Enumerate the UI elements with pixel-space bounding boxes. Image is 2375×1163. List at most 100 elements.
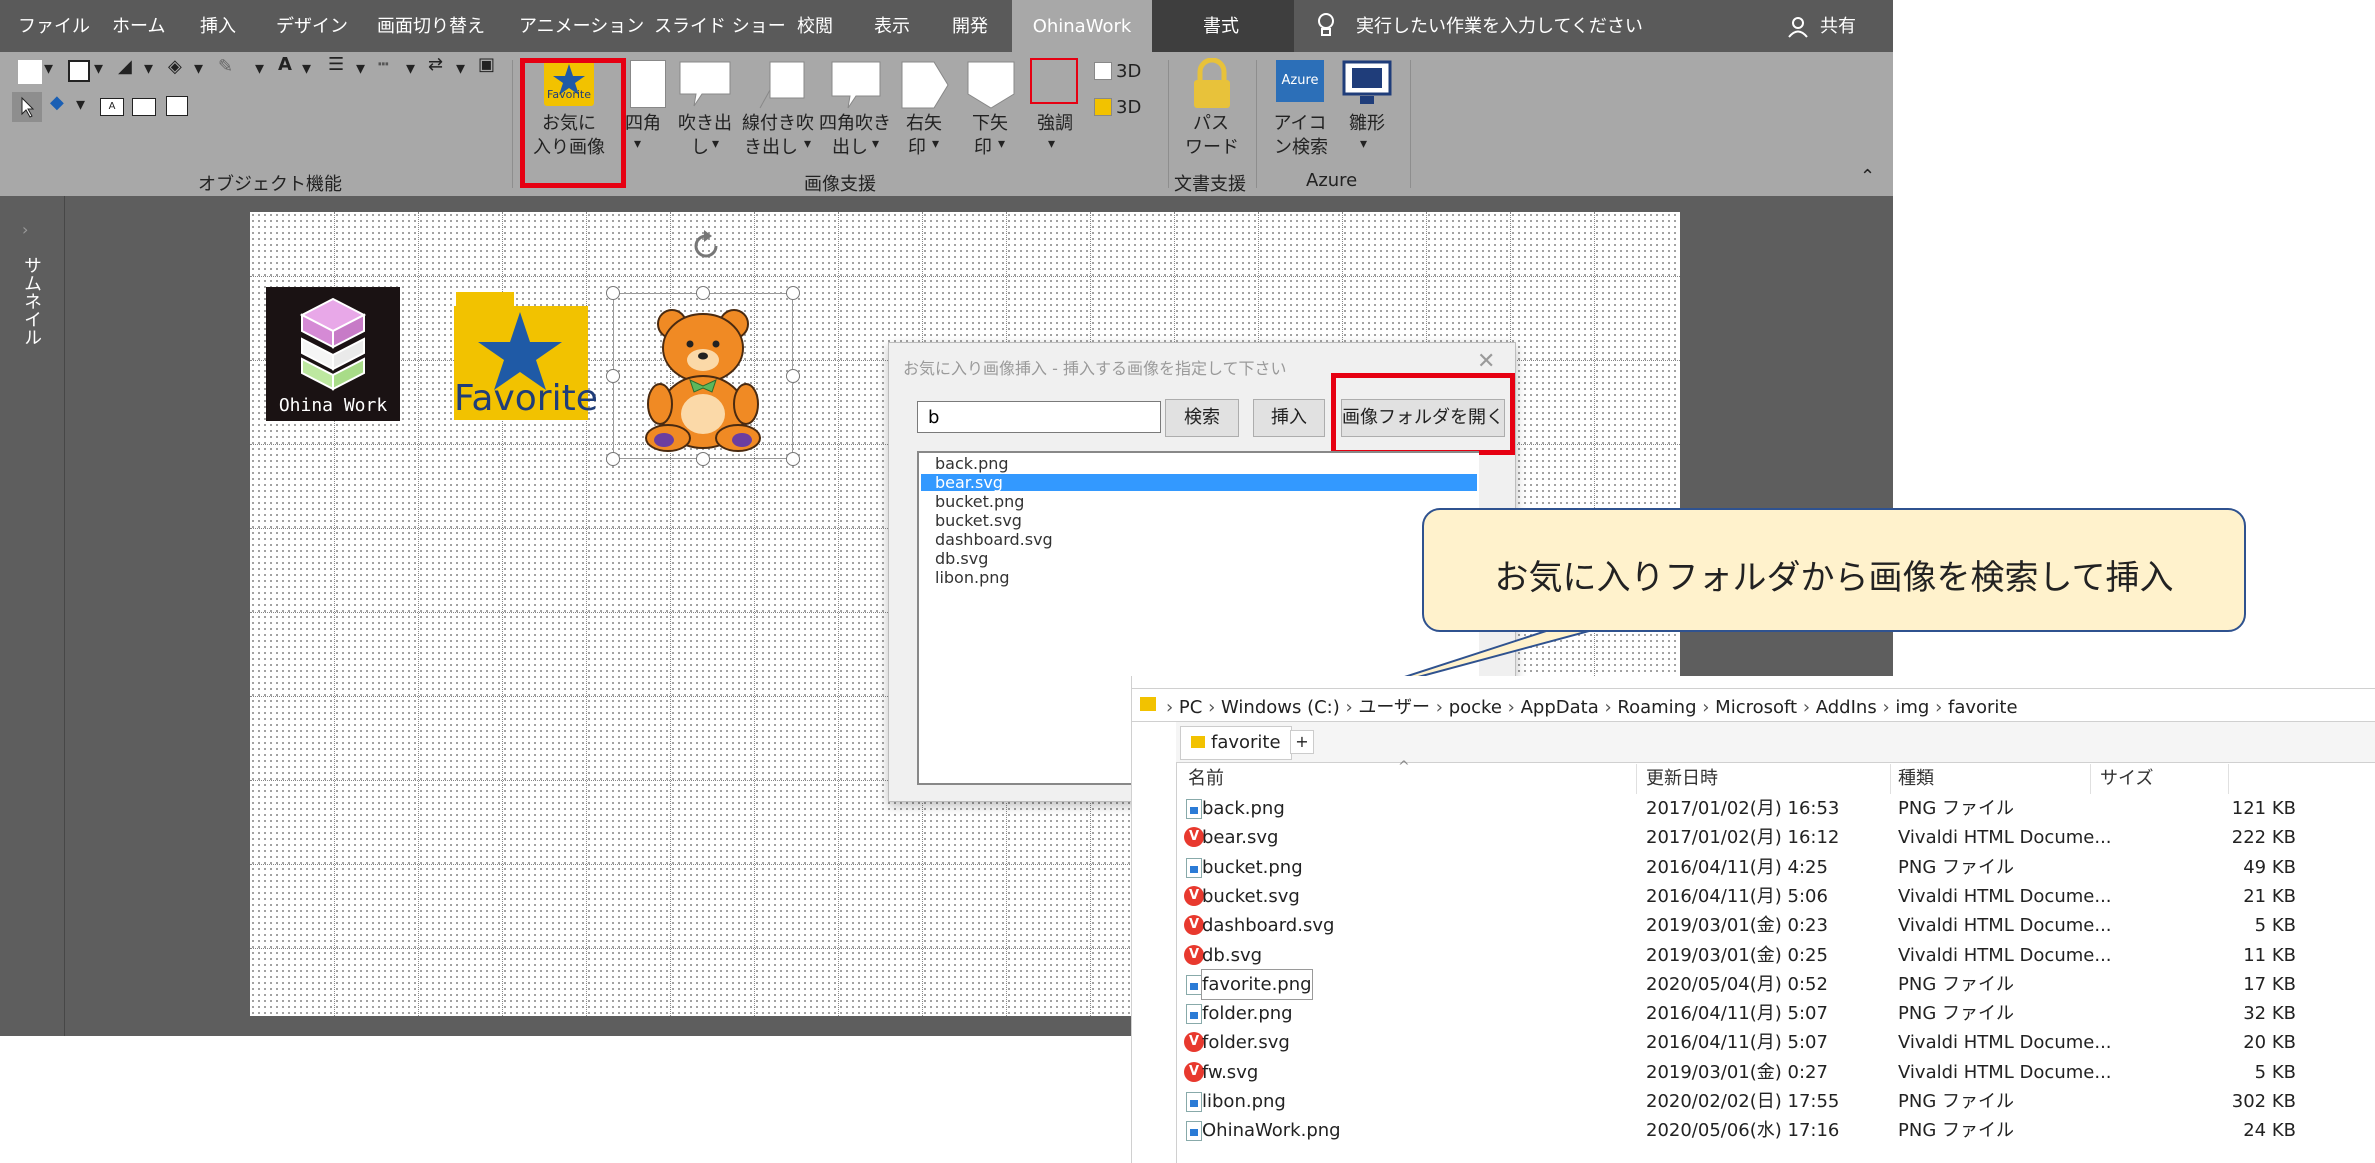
address-bar[interactable]: › PC › Windows (C:) › ユーザー › pocke › App… xyxy=(1132,688,2375,722)
tab-developer[interactable]: 開発 xyxy=(952,0,988,52)
right-arrow-button-line1[interactable]: 右矢 xyxy=(902,112,946,136)
rectangle-button[interactable]: 四角 xyxy=(620,112,666,136)
line-weight-icon[interactable]: ☰ xyxy=(328,54,344,75)
dropdown-arrow-icon[interactable]: ▾ xyxy=(712,136,719,152)
file-row[interactable]: Vdashboard.svg 2019/03/01(金) 0:23 Vivaldi … xyxy=(1176,911,2375,940)
line-callout-icon[interactable] xyxy=(756,60,806,116)
dropdown-arrow-icon[interactable]: ▾ xyxy=(1048,136,1055,152)
add-tab-button[interactable]: + xyxy=(1290,730,1314,754)
template-button[interactable]: 雛形 xyxy=(1344,112,1390,136)
font-color-icon[interactable]: A xyxy=(278,54,292,75)
pen-icon[interactable]: ✎ xyxy=(218,56,233,77)
azure-icon[interactable]: Azure xyxy=(1276,60,1324,102)
copy-shape-icon[interactable] xyxy=(68,60,90,82)
tab-design[interactable]: デザイン xyxy=(276,0,348,52)
3d-shape-icon[interactable] xyxy=(1094,62,1112,80)
file-name[interactable]: bear.svg xyxy=(1202,823,1278,852)
right-arrow-shape-icon[interactable] xyxy=(900,60,950,114)
tab-file[interactable]: ファイル xyxy=(18,0,90,52)
dropdown-arrow-icon[interactable]: ▾ xyxy=(406,58,415,79)
list-item[interactable]: bucket.png xyxy=(935,493,1024,511)
shape-select-icon[interactable]: ◆ xyxy=(50,92,64,113)
dropdown-arrow-icon[interactable]: ▾ xyxy=(998,136,1005,152)
breadcrumb-item[interactable]: pocke xyxy=(1449,697,1502,718)
rect-callout-button-line1[interactable]: 四角吹き xyxy=(818,112,892,136)
breadcrumb-item[interactable]: PC xyxy=(1179,697,1202,718)
breadcrumb-item[interactable]: AddIns xyxy=(1816,697,1877,718)
list-item[interactable]: db.svg xyxy=(935,550,988,568)
dash-style-icon[interactable]: ┅ xyxy=(378,54,389,75)
3d-gold-shape-icon[interactable] xyxy=(1094,98,1112,116)
rectangle-shape-icon[interactable] xyxy=(18,60,42,84)
expand-chevron-icon[interactable]: › xyxy=(22,220,28,239)
favorite-folder-image[interactable]: Favorite xyxy=(454,292,598,422)
textbox-horizontal-icon[interactable]: A xyxy=(100,98,124,116)
close-icon[interactable]: ✕ xyxy=(1477,349,1495,374)
ohinawork-logo-image[interactable]: Ohina Work xyxy=(266,287,400,421)
dropdown-arrow-icon[interactable]: ▾ xyxy=(302,58,311,79)
tab-ohinawork[interactable]: OhinaWork xyxy=(1012,0,1152,52)
dropdown-arrow-icon[interactable]: ▾ xyxy=(144,58,153,79)
column-header-size[interactable]: サイズ xyxy=(2100,764,2153,794)
align-icon[interactable]: ▣ xyxy=(478,54,495,75)
breadcrumb-item[interactable]: ユーザー xyxy=(1358,697,1430,718)
resize-handle[interactable] xyxy=(696,452,710,466)
fukidashi-button-line1[interactable]: 吹き出 xyxy=(674,112,736,136)
right-arrow-button-line2[interactable]: 印 xyxy=(906,136,928,160)
tab-view[interactable]: 表示 xyxy=(874,0,910,52)
lock-icon[interactable] xyxy=(1190,57,1234,114)
select-arrow-icon[interactable] xyxy=(12,92,42,122)
file-row[interactable]: Vbear.svg 2017/01/02(月) 16:12 Vivaldi HTML… xyxy=(1176,823,2375,852)
file-name[interactable]: favorite.png xyxy=(1201,968,1313,1000)
column-header-date[interactable]: 更新日時 xyxy=(1646,764,1718,794)
dropdown-arrow-icon[interactable]: ▾ xyxy=(194,58,203,79)
collapse-ribbon-icon[interactable]: ⌃ xyxy=(1860,166,1875,187)
rect-callout-icon[interactable] xyxy=(830,60,882,116)
dropdown-arrow-icon[interactable]: ▾ xyxy=(804,136,811,152)
dropdown-arrow-icon[interactable]: ▾ xyxy=(1360,136,1367,152)
password-button-line1[interactable]: パス xyxy=(1188,112,1234,136)
file-name[interactable]: folder.png xyxy=(1202,999,1293,1028)
tab-home[interactable]: ホーム xyxy=(112,0,165,52)
emphasis-button[interactable]: 強調 xyxy=(1032,112,1078,136)
dropdown-arrow-icon[interactable]: ▾ xyxy=(456,58,465,79)
file-row[interactable]: Vfolder.svg 2016/04/11(月) 5:07 Vivaldi HTM… xyxy=(1176,1028,2375,1057)
icon-search-button-line2[interactable]: ン検索 xyxy=(1270,136,1332,160)
down-arrow-shape-icon[interactable] xyxy=(966,60,1016,114)
file-name[interactable]: back.png xyxy=(1202,794,1285,823)
breadcrumb-item[interactable]: AppData xyxy=(1521,697,1599,718)
arrow-style-icon[interactable]: ⇄ xyxy=(428,54,443,75)
dropdown-arrow-icon[interactable]: ▾ xyxy=(255,58,264,79)
line-callout-button-line2[interactable]: き出し xyxy=(740,136,802,160)
dropdown-arrow-icon[interactable]: ▾ xyxy=(94,58,103,79)
resize-handle[interactable] xyxy=(606,286,620,300)
search-input[interactable] xyxy=(917,401,1161,433)
breadcrumb-item[interactable]: Windows (C:) xyxy=(1221,697,1340,718)
rotate-handle-icon[interactable] xyxy=(686,226,726,270)
breadcrumb-item[interactable]: img xyxy=(1895,697,1929,718)
dropdown-arrow-icon[interactable]: ▾ xyxy=(634,136,641,152)
tab-insert[interactable]: 挿入 xyxy=(200,0,236,52)
search-button[interactable]: 検索 xyxy=(1165,399,1239,437)
resize-handle[interactable] xyxy=(696,286,710,300)
resize-handle[interactable] xyxy=(786,452,800,466)
monitor-icon[interactable] xyxy=(1342,60,1392,110)
bear-image-selection[interactable] xyxy=(613,293,793,459)
3d-button-2[interactable]: 3D xyxy=(1116,96,1141,120)
fukidashi-button-line2[interactable]: し xyxy=(690,136,710,160)
file-row[interactable]: folder.png 2016/04/11(月) 5:07 PNG ファイル 32 K… xyxy=(1176,999,2375,1028)
eraser-icon[interactable]: ◢ xyxy=(118,56,132,77)
dropdown-arrow-icon[interactable]: ▾ xyxy=(356,58,365,79)
file-row[interactable]: Vbucket.svg 2016/04/11(月) 5:06 Vivaldi HTM… xyxy=(1176,882,2375,911)
icon-search-button-line1[interactable]: アイコ xyxy=(1272,112,1328,136)
resize-handle[interactable] xyxy=(606,369,620,383)
down-arrow-button-line2[interactable]: 印 xyxy=(972,136,994,160)
picture-frame-icon[interactable] xyxy=(166,96,188,116)
callout-shape-icon[interactable] xyxy=(678,60,732,114)
tab-review[interactable]: 校閲 xyxy=(797,0,833,52)
file-row[interactable]: back.png 2017/01/02(月) 16:53 PNG ファイル 121 K… xyxy=(1176,794,2375,823)
tab-slideshow[interactable]: スライド ショー xyxy=(654,0,786,52)
list-item[interactable]: back.png xyxy=(935,455,1009,473)
tell-me-input[interactable]: 実行したい作業を入力してください xyxy=(1356,0,1643,52)
file-name[interactable]: folder.svg xyxy=(1202,1028,1290,1057)
